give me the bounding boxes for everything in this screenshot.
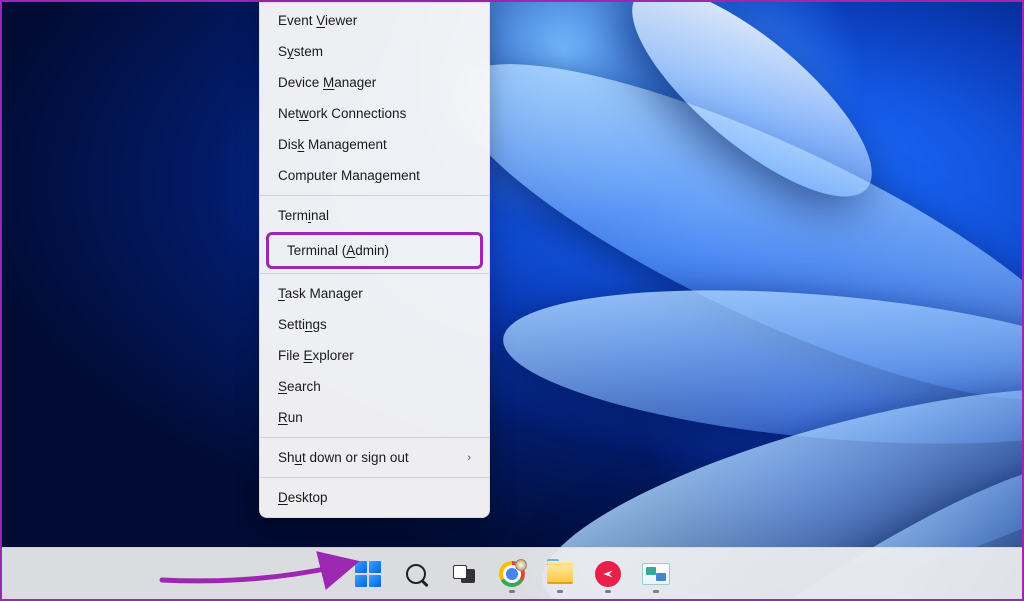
- file-explorer-app[interactable]: [539, 553, 581, 595]
- menu-item-network-conn[interactable]: Network Connections: [260, 98, 489, 129]
- menu-item-shutdown[interactable]: Shut down or sign out ›: [260, 442, 489, 473]
- menu-item-file-explorer[interactable]: File Explorer: [260, 340, 489, 371]
- menu-separator: [260, 477, 489, 478]
- menu-label: Shut down or sign out: [278, 450, 409, 465]
- menu-item-desktop[interactable]: Desktop: [260, 482, 489, 513]
- menu-item-run[interactable]: Run: [260, 402, 489, 433]
- menu-label: Task Manager: [278, 286, 363, 301]
- desktop-wallpaper: [2, 2, 1022, 599]
- menu-item-terminal-admin[interactable]: Terminal (Admin): [269, 235, 480, 266]
- menu-label: Device Manager: [278, 75, 376, 90]
- running-indicator: [653, 590, 659, 593]
- chevron-right-icon: ›: [467, 452, 471, 464]
- control-panel-icon: [642, 563, 670, 585]
- arrow-annotation: [152, 545, 382, 591]
- menu-label: Disk Management: [278, 137, 387, 152]
- task-view[interactable]: [443, 553, 485, 595]
- chrome-icon: [499, 561, 525, 587]
- menu-separator: [260, 195, 489, 196]
- red-app-icon: [595, 561, 621, 587]
- menu-label: Network Connections: [278, 106, 406, 121]
- menu-label: Computer Management: [278, 168, 420, 183]
- search-icon: [406, 564, 426, 584]
- running-indicator: [605, 590, 611, 593]
- menu-label: System: [278, 44, 323, 59]
- control-panel-app[interactable]: [635, 553, 677, 595]
- menu-label: Terminal: [278, 208, 329, 223]
- menu-item-disk-mgmt[interactable]: Disk Management: [260, 129, 489, 160]
- menu-item-event-viewer[interactable]: Event Viewer: [260, 5, 489, 36]
- menu-label: Desktop: [278, 490, 328, 505]
- menu-item-system[interactable]: System: [260, 36, 489, 67]
- menu-item-settings[interactable]: Settings: [260, 309, 489, 340]
- menu-item-search[interactable]: Search: [260, 371, 489, 402]
- menu-label: Settings: [278, 317, 327, 332]
- running-indicator: [509, 590, 515, 593]
- menu-separator: [260, 437, 489, 438]
- menu-label: Terminal (Admin): [287, 243, 389, 258]
- task-view-icon: [453, 565, 475, 583]
- menu-item-comp-mgmt[interactable]: Computer Management: [260, 160, 489, 191]
- menu-label: Run: [278, 410, 303, 425]
- running-indicator: [557, 590, 563, 593]
- red-circle-app[interactable]: [587, 553, 629, 595]
- chrome-app[interactable]: [491, 553, 533, 595]
- menu-item-task-manager[interactable]: Task Manager: [260, 278, 489, 309]
- menu-label: Event Viewer: [278, 13, 357, 28]
- menu-item-terminal[interactable]: Terminal: [260, 200, 489, 231]
- winx-power-menu[interactable]: Event Viewer System Device Manager Network …: [259, 2, 490, 518]
- taskbar-search[interactable]: [395, 553, 437, 595]
- menu-label: File Explorer: [278, 348, 354, 363]
- menu-separator: [260, 273, 489, 274]
- menu-label: Search: [278, 379, 321, 394]
- menu-item-device-manager[interactable]: Device Manager: [260, 67, 489, 98]
- folder-icon: [547, 564, 573, 584]
